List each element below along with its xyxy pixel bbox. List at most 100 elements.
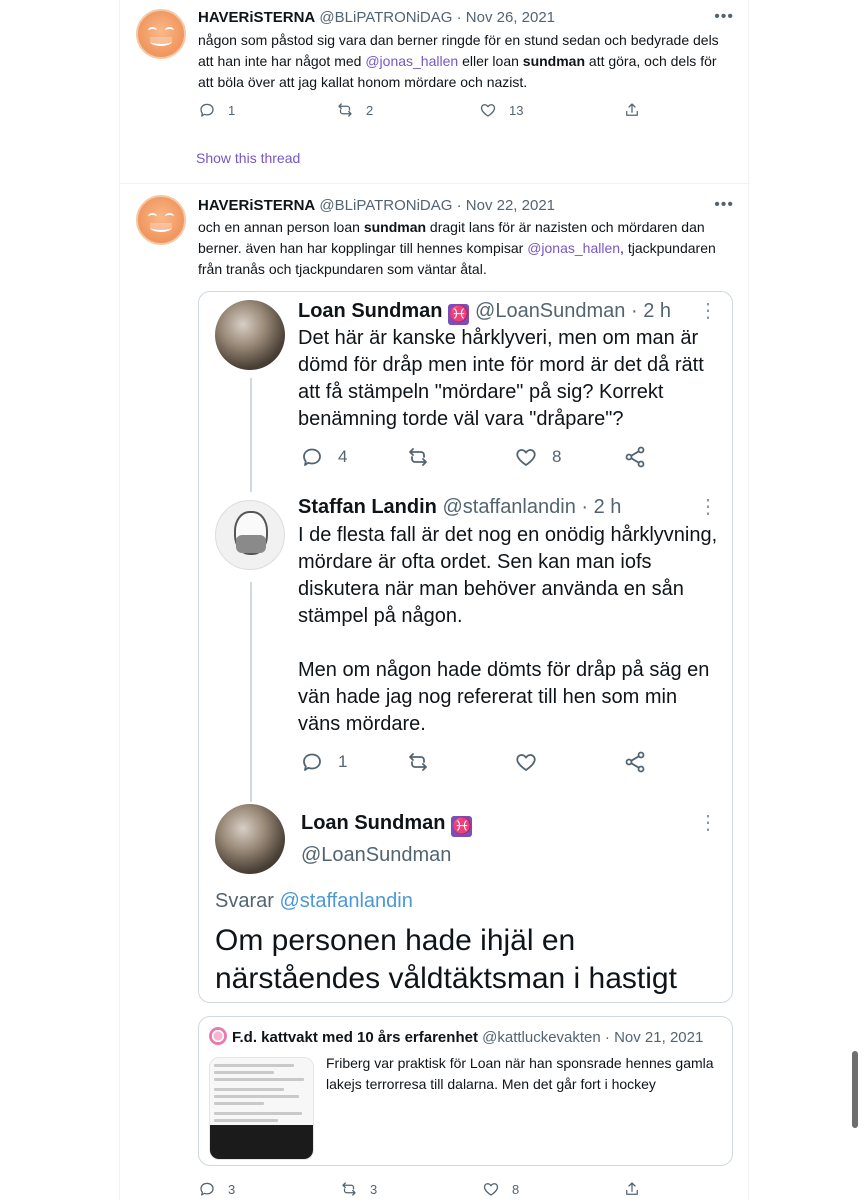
share-stat — [623, 750, 647, 774]
post-handle-row: @LoanSundman — [301, 844, 451, 867]
reply-count: 1 — [228, 102, 236, 118]
author-name: Loan Sundman — [298, 300, 443, 322]
tweet-header: HAVERiSTERNA @BLiPATRONiDAG · Nov 26, 20… — [198, 9, 555, 26]
quote-author-handle[interactable]: @kattluckevakten — [482, 1029, 601, 1046]
author-handle[interactable]: @BLiPATRONiDAG — [319, 197, 452, 214]
heart-icon — [483, 1183, 499, 1196]
author-handle: @staffanlandin — [442, 496, 576, 518]
flower-avatar-icon — [209, 1027, 227, 1045]
pisces-icon: ♓ — [448, 304, 470, 325]
share-icon — [626, 103, 638, 116]
timeline-column: HAVERiSTERNA @BLiPATRONiDAG · Nov 26, 20… — [119, 0, 750, 1200]
paragraph: I de flesta fall är det nog en onödig hå… — [298, 524, 718, 627]
tweet-actions: 3 3 8 — [198, 1180, 648, 1200]
author-name: Staffan Landin — [298, 496, 437, 518]
author-handle[interactable]: @BLiPATRONiDAG — [319, 9, 452, 26]
reply-icon — [200, 103, 214, 117]
share-nodes-icon — [625, 751, 645, 773]
avatar — [215, 804, 285, 874]
scrollbar-thumb[interactable] — [852, 1051, 858, 1128]
reply-stat: 1 — [300, 750, 347, 774]
avatar[interactable] — [136, 195, 186, 245]
more-options-icon[interactable]: ••• — [714, 196, 734, 214]
more-options-icon: ⋮ — [698, 300, 718, 322]
like-stat: 8 — [514, 445, 561, 469]
mention-link[interactable]: @jonas_hallen — [527, 240, 620, 256]
retweet-button[interactable]: 3 — [340, 1180, 377, 1198]
like-count: 8 — [512, 1181, 520, 1197]
like-count: 8 — [552, 447, 562, 466]
share-button[interactable] — [623, 1180, 641, 1198]
thumbnail-line — [214, 1119, 278, 1122]
tweet-date[interactable]: Nov 22, 2021 — [466, 197, 555, 214]
like-button[interactable]: 13 — [479, 101, 523, 119]
thumbnail-line — [214, 1102, 264, 1105]
author-name[interactable]: HAVERiSTERNA — [198, 197, 315, 214]
thumbnail-line — [214, 1071, 274, 1074]
quoted-tweet[interactable]: F.d. kattvakt med 10 års erfarenhet @kat… — [198, 1016, 733, 1166]
reply-count: 4 — [338, 447, 348, 466]
tweet-date[interactable]: Nov 26, 2021 — [466, 9, 555, 26]
paragraph: Men om någon hade dömts för dråp på säg … — [298, 659, 710, 735]
separator: · — [600, 1029, 615, 1046]
retweet-count: 2 — [366, 102, 374, 118]
quote-header: F.d. kattvakt med 10 års erfarenhet @kat… — [209, 1027, 703, 1046]
reply-button[interactable]: 1 — [198, 101, 235, 119]
mention-link[interactable]: @jonas_hallen — [365, 53, 458, 69]
tweet[interactable]: HAVERiSTERNA @BLiPATRONiDAG · Nov 22, 20… — [120, 184, 750, 1200]
tweet-text: någon som påstod sig vara dan berner rin… — [198, 30, 733, 93]
laughing-eyes-icon — [148, 27, 174, 33]
like-stat — [514, 750, 538, 774]
post-header: Staffan Landin @staffanlandin · 2 h — [298, 496, 621, 519]
retweet-stat — [406, 750, 430, 774]
quote-thumbnail[interactable] — [209, 1057, 314, 1160]
share-button[interactable] — [623, 101, 641, 119]
post-time: · 2 h — [575, 496, 622, 518]
reply-count: 1 — [338, 752, 348, 771]
post-text: Det här är kanske hårklyveri, men om man… — [298, 327, 704, 430]
more-options-icon[interactable]: ••• — [714, 8, 734, 26]
highlighted-term: sundman — [522, 53, 586, 69]
quote-date[interactable]: Nov 21, 2021 — [614, 1029, 703, 1046]
retweet-button[interactable]: 2 — [336, 101, 373, 119]
author-name[interactable]: HAVERiSTERNA — [198, 9, 315, 26]
reply-button[interactable]: 3 — [198, 1180, 235, 1198]
pisces-icon: ♓ — [451, 816, 473, 837]
heart-icon — [480, 104, 496, 117]
more-options-icon: ⋮ — [698, 812, 718, 834]
post-header: Loan Sundman ♓ @LoanSundman · 2 h — [298, 300, 671, 325]
post-time: · 2 h — [625, 300, 672, 322]
post-text: Om personen hade ihjäl en närståendes vå… — [215, 924, 677, 995]
thumbnail-line — [214, 1078, 304, 1081]
replying-mention: @staffanlandin — [279, 890, 413, 912]
like-count: 13 — [509, 102, 524, 118]
like-button[interactable]: 8 — [482, 1180, 519, 1198]
retweet-icon — [342, 1182, 356, 1196]
avatar[interactable] — [136, 9, 186, 59]
thread-line — [250, 378, 252, 492]
post-text: I de flesta fall är det nog en onödig hå… — [298, 522, 723, 738]
heart-icon — [516, 754, 536, 771]
retweet-count: 3 — [370, 1181, 378, 1197]
thumbnail-line — [214, 1095, 299, 1098]
thumbnail-line — [214, 1064, 294, 1067]
quote-author-name[interactable]: F.d. kattvakt med 10 års erfarenhet — [232, 1029, 478, 1046]
heart-icon — [516, 449, 536, 466]
avatar — [215, 300, 285, 370]
retweet-icon — [338, 103, 352, 117]
tweet[interactable]: HAVERiSTERNA @BLiPATRONiDAG · Nov 26, 20… — [120, 0, 750, 184]
highlighted-term: sundman — [363, 219, 427, 235]
reply-icon — [303, 753, 321, 771]
reply-stat: 4 — [300, 445, 347, 469]
attached-screenshot[interactable]: Loan Sundman ♓ @LoanSundman · 2 h ⋮ Det h… — [198, 291, 733, 1003]
tweet-actions: 1 2 13 — [198, 101, 648, 125]
text-segment: eller loan — [458, 53, 523, 69]
face-mask-icon — [236, 535, 266, 553]
thumbnail-dark-region — [210, 1125, 313, 1159]
avatar — [215, 500, 285, 570]
retweet-icon — [409, 753, 427, 771]
reply-icon — [200, 1182, 214, 1196]
author-handle: @LoanSundman — [475, 300, 626, 322]
author-name: Loan Sundman — [301, 812, 446, 834]
show-thread-link[interactable]: Show this thread — [196, 150, 300, 166]
